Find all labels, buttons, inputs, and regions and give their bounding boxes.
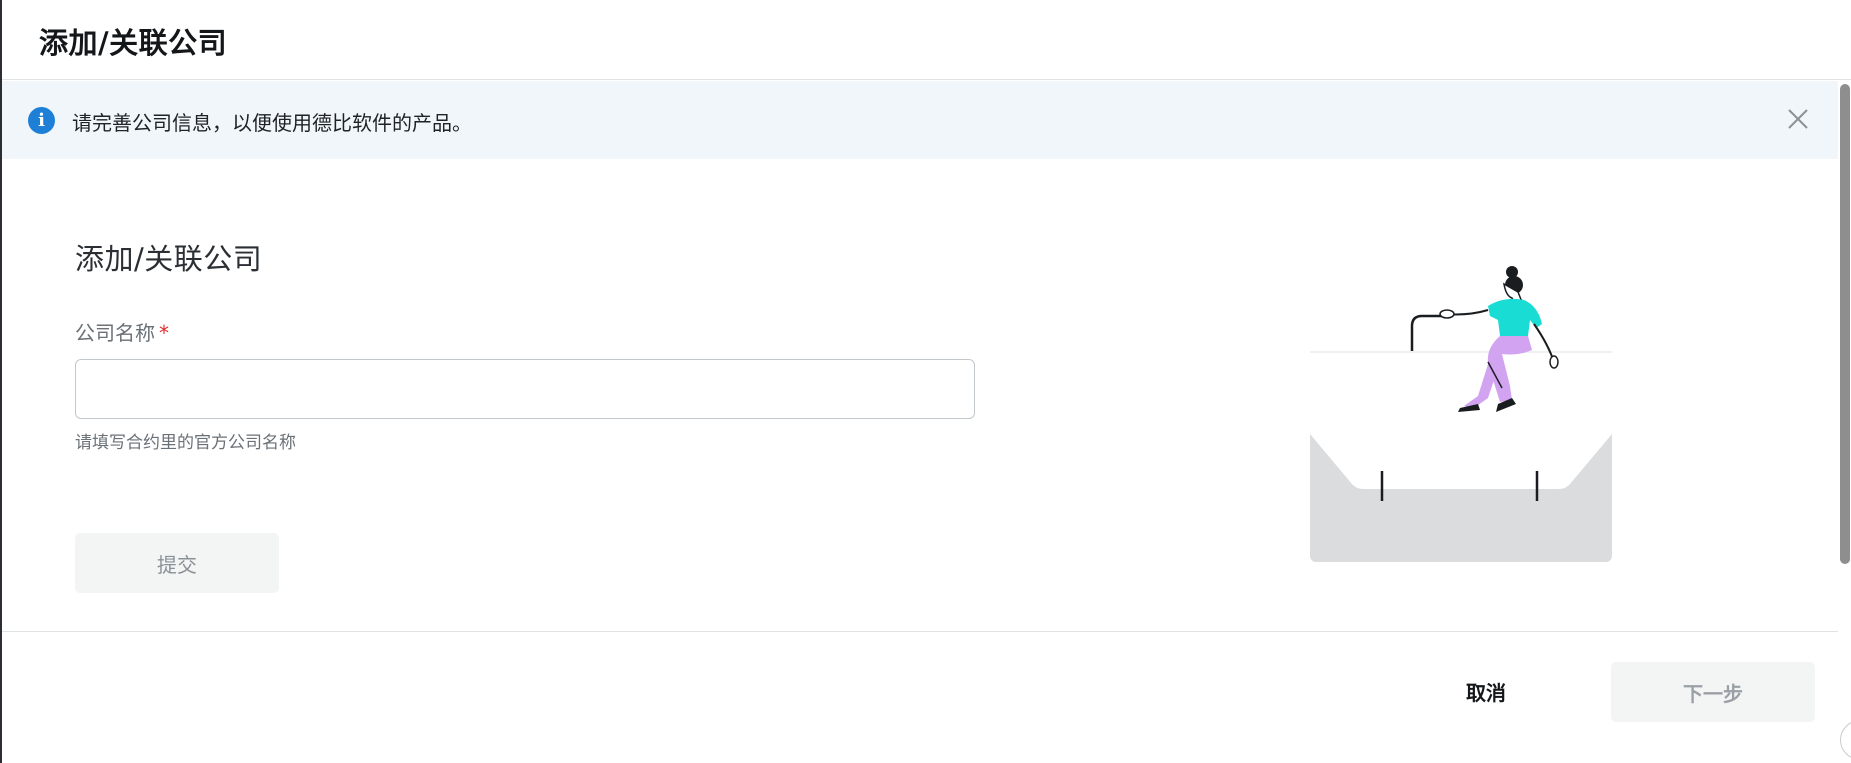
- footer-divider: [2, 631, 1851, 632]
- company-name-label: 公司名称 *: [75, 317, 169, 346]
- form-title: 添加/关联公司: [75, 242, 263, 276]
- required-mark: *: [159, 321, 169, 345]
- info-icon: i: [28, 107, 55, 134]
- company-name-input[interactable]: [75, 359, 975, 419]
- briefcase-person-illustration: [1310, 266, 1612, 562]
- info-notice-banner: i 请完善公司信息，以便使用德比软件的产品。: [2, 81, 1838, 159]
- company-name-help-text: 请填写合约里的官方公司名称: [75, 433, 296, 453]
- scrollbar-thumb[interactable]: [1840, 84, 1850, 564]
- next-step-button[interactable]: 下一步: [1611, 662, 1815, 722]
- close-icon[interactable]: [1782, 103, 1814, 135]
- submit-button[interactable]: 提交: [75, 533, 279, 593]
- modal-header: 添加/关联公司: [2, 0, 1851, 80]
- cancel-button[interactable]: 取消: [1426, 661, 1546, 721]
- modal-title: 添加/关联公司: [39, 26, 228, 60]
- notice-text: 请完善公司信息，以便使用德比软件的产品。: [72, 111, 472, 135]
- company-name-label-text: 公司名称: [75, 321, 155, 345]
- add-company-modal: 添加/关联公司 i 请完善公司信息，以便使用德比软件的产品。 添加/关联公司 公…: [0, 0, 1851, 763]
- close-icon-graphic: [1788, 109, 1808, 129]
